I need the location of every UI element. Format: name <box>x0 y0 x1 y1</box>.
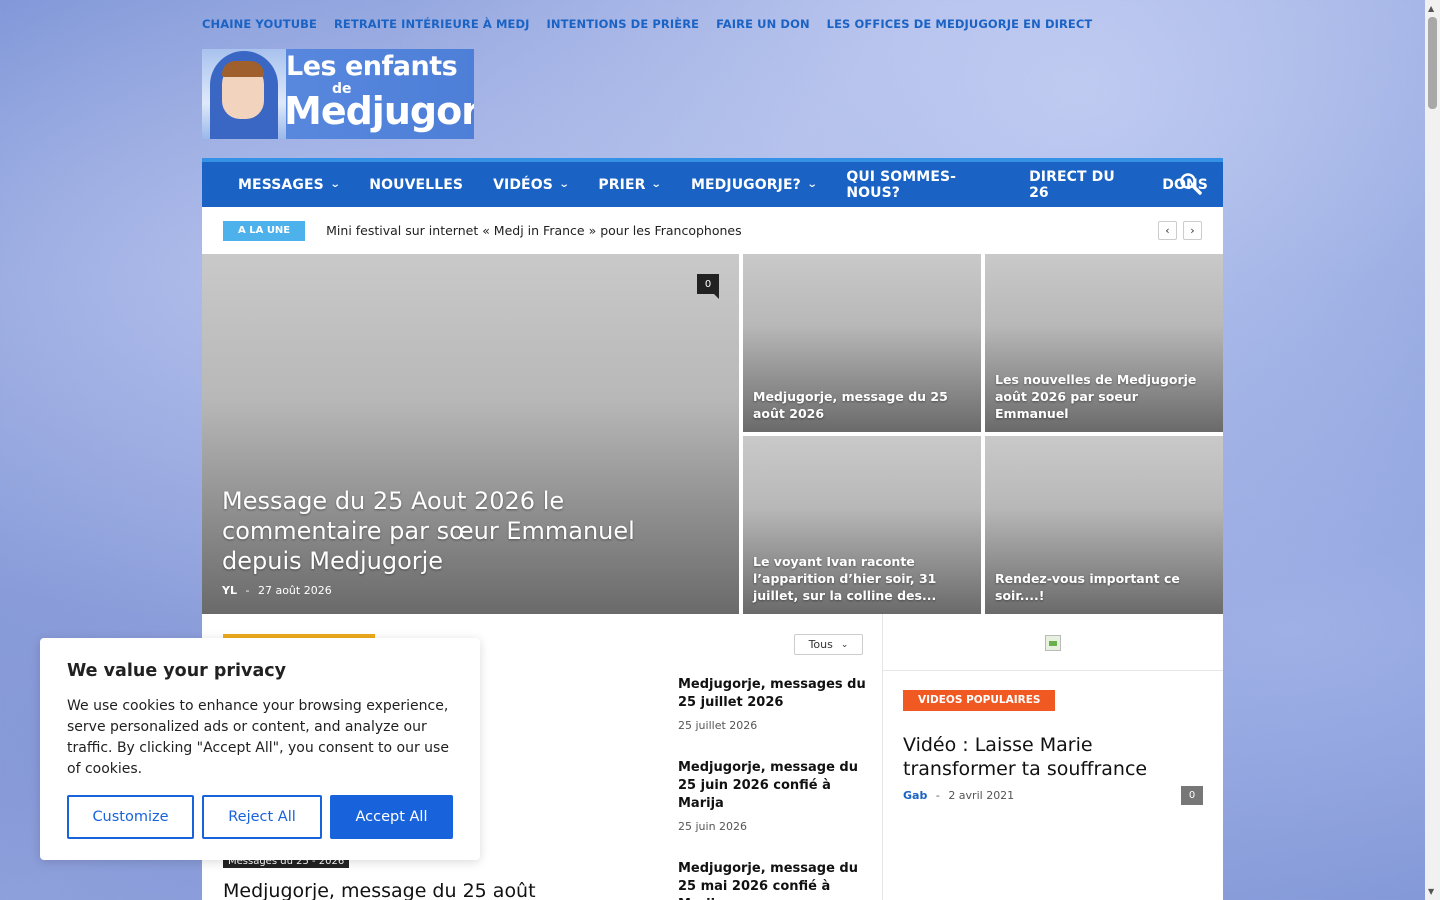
top-link-youtube[interactable]: CHAINE YOUTUBE <box>202 17 317 31</box>
nav-item-medjugorje[interactable]: MEDJUGORJE? ⌄ <box>676 162 831 207</box>
list-item-title[interactable]: Medjugorje, message du 25 mai 2026 confi… <box>678 860 868 900</box>
featured-grid: 0 Message du 25 Aout 2026 le commentaire… <box>202 254 1223 614</box>
comment-count-badge[interactable]: 0 <box>697 274 719 299</box>
featured-post-3[interactable]: Le voyant Ivan raconte l’apparition d’hi… <box>743 436 981 614</box>
nav-item-direct-du-26[interactable]: DIRECT DU 26 <box>1014 162 1147 207</box>
post-list: Medjugorje, messages du 25 juillet 2026 … <box>678 676 868 900</box>
chevron-down-icon: ⌄ <box>558 179 570 190</box>
chevron-down-icon: ⌄ <box>840 639 849 650</box>
post-date: 2 avril 2021 <box>948 789 1015 802</box>
post-date: 27 août 2026 <box>257 584 332 597</box>
customize-button[interactable]: Customize <box>67 795 194 839</box>
popular-video-meta: Gab - 2 avril 2021 <box>903 789 1014 802</box>
column-divider <box>882 614 883 900</box>
site-logo[interactable]: Les enfants de Medjugorje <box>202 49 474 139</box>
ticker-next-button[interactable]: › <box>1183 221 1202 240</box>
logo-text-line1: Les enfants <box>286 51 458 82</box>
meta-separator: - <box>935 789 940 802</box>
logo-text-line3: Medjugorje <box>284 89 474 133</box>
top-link-don[interactable]: FAIRE UN DON <box>716 17 810 31</box>
cookie-text: We use cookies to enhance your browsing … <box>67 698 449 777</box>
cookie-buttons: Customize Reject All Accept All <box>67 795 453 839</box>
main-nav: MESSAGES ⌄ NOUVELLES VIDÉOS ⌄ PRIER ⌄ MEDJU… <box>202 158 1223 207</box>
accept-all-button[interactable]: Accept All <box>330 795 453 839</box>
nav-item-nouvelles[interactable]: NOUVELLES <box>354 162 478 207</box>
meta-separator: - <box>245 584 250 597</box>
category-filter-select[interactable]: Tous ⌄ <box>794 634 863 655</box>
filter-label: Tous <box>808 638 833 651</box>
sidebar-divider <box>883 670 1223 671</box>
chevron-down-icon: ⌄ <box>329 179 341 190</box>
nav-item-messages[interactable]: MESSAGES ⌄ <box>223 162 354 207</box>
comment-count-badge[interactable]: 0 <box>1181 786 1203 805</box>
top-link-intentions[interactable]: INTENTIONS DE PRIÈRE <box>547 17 700 31</box>
virgin-mary-image <box>202 49 286 139</box>
nav-item-prier[interactable]: PRIER ⌄ <box>583 162 676 207</box>
broken-image-icon <box>1045 635 1061 651</box>
top-link-offices[interactable]: LES OFFICES DE MEDJUGORJE EN DIRECT <box>827 17 1093 31</box>
featured-post-4[interactable]: Rendez-vous important ce soir....! <box>985 436 1223 614</box>
cookie-consent-banner: We value your privacy We use cookies to … <box>40 638 480 860</box>
featured-post-title[interactable]: Les nouvelles de Medjugorje août 2026 pa… <box>995 371 1213 422</box>
news-ticker: A LA UNE Mini festival sur internet « Me… <box>202 207 1223 254</box>
featured-post-1[interactable]: Medjugorje, message du 25 août 2026 <box>743 254 981 432</box>
featured-post-title[interactable]: Rendez-vous important ce soir....! <box>995 570 1213 604</box>
scroll-up-icon[interactable]: ▲ <box>1428 4 1434 13</box>
scrollbar-thumb[interactable] <box>1428 17 1437 109</box>
reject-all-button[interactable]: Reject All <box>202 795 322 839</box>
top-link-retraite[interactable]: RETRAITE INTÉRIEURE À MEDJ <box>334 17 530 31</box>
popular-video-title[interactable]: Vidéo : Laisse Marie transformer ta souf… <box>903 733 1208 781</box>
ticker-prev-button[interactable]: ‹ <box>1158 221 1177 240</box>
featured-post-title[interactable]: Le voyant Ivan raconte l’apparition d’hi… <box>753 553 971 604</box>
main-post-title[interactable]: Medjugorje, message du 25 août <box>223 880 536 900</box>
ticker-headline[interactable]: Mini festival sur internet « Medj in Fra… <box>326 223 741 238</box>
featured-main-meta: YL - 27 août 2026 <box>222 584 332 597</box>
chevron-down-icon: ⌄ <box>806 179 818 190</box>
scroll-down-icon[interactable]: ▼ <box>1428 887 1434 896</box>
chevron-down-icon: ⌄ <box>651 179 663 190</box>
ticker-arrows: ‹ › <box>1158 221 1202 240</box>
list-item[interactable]: Medjugorje, messages du 25 juillet 2026 … <box>678 676 868 732</box>
ticker-badge: A LA UNE <box>223 220 306 241</box>
popular-videos-badge: VIDEOS POPULAIRES <box>903 690 1056 711</box>
list-item[interactable]: Medjugorje, message du 25 juin 2026 conf… <box>678 759 868 833</box>
page-scrollbar[interactable]: ▲ ▼ <box>1425 0 1440 900</box>
post-author[interactable]: YL <box>222 584 237 597</box>
list-item-title[interactable]: Medjugorje, message du 25 juin 2026 conf… <box>678 759 868 813</box>
list-item-date: 25 juillet 2026 <box>678 719 758 732</box>
featured-main-title[interactable]: Message du 25 Aout 2026 le commentaire p… <box>222 486 642 576</box>
post-author[interactable]: Gab <box>903 789 927 802</box>
featured-main-post[interactable]: 0 Message du 25 Aout 2026 le commentaire… <box>202 254 739 614</box>
cookie-title: We value your privacy <box>67 661 287 681</box>
search-icon[interactable] <box>1179 172 1203 196</box>
nav-item-videos[interactable]: VIDÉOS ⌄ <box>478 162 583 207</box>
list-item-title[interactable]: Medjugorje, messages du 25 juillet 2026 <box>678 676 868 712</box>
top-links: CHAINE YOUTUBE RETRAITE INTÉRIEURE À MED… <box>202 17 1092 31</box>
featured-post-title[interactable]: Medjugorje, message du 25 août 2026 <box>753 388 971 422</box>
list-item-date: 25 juin 2026 <box>678 820 748 833</box>
nav-item-qui-sommes-nous[interactable]: QUI SOMMES-NOUS? <box>831 162 1014 207</box>
list-item[interactable]: Medjugorje, message du 25 mai 2026 confi… <box>678 860 868 900</box>
featured-post-2[interactable]: Les nouvelles de Medjugorje août 2026 pa… <box>985 254 1223 432</box>
